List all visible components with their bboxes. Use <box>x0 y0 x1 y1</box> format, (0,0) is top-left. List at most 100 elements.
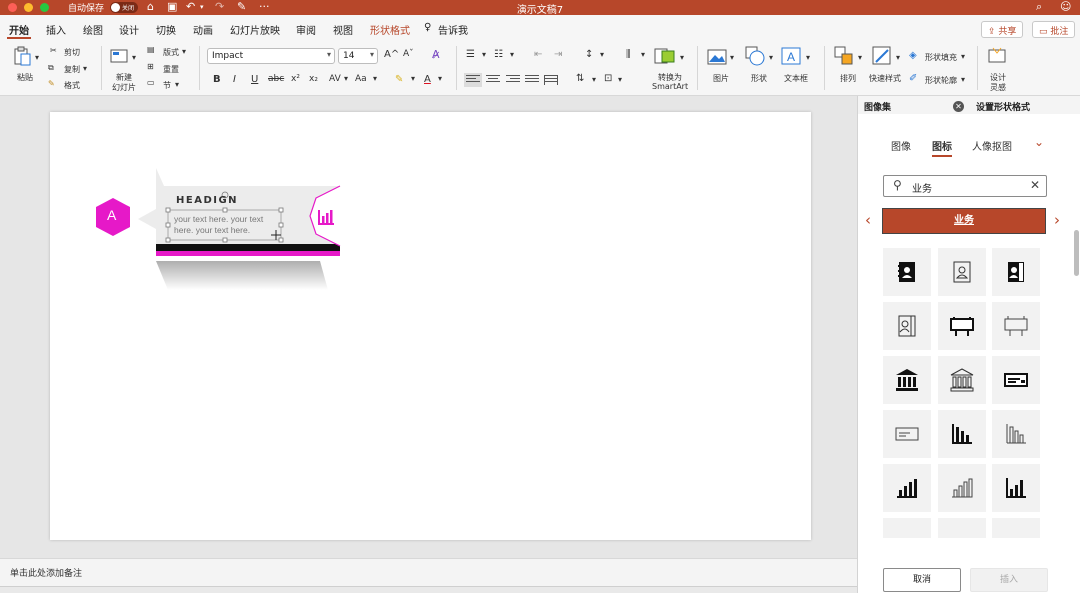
chevron-down-icon[interactable]: ▾ <box>592 75 596 84</box>
textbox-icon[interactable]: A <box>781 46 801 66</box>
tab-review[interactable]: 审阅 <box>296 22 316 37</box>
tab-animations[interactable]: 动画 <box>193 22 213 37</box>
close-icon[interactable]: ✕ <box>953 101 964 112</box>
icon-tile[interactable] <box>938 302 986 350</box>
copy-dropdown-icon[interactable]: ▾ <box>83 64 87 73</box>
layout-icon[interactable]: ▤ <box>147 45 155 54</box>
clear-icon[interactable]: ✕ <box>1030 178 1040 192</box>
chevron-down-icon[interactable]: ▾ <box>510 50 514 59</box>
icon-tile[interactable] <box>883 356 931 404</box>
character-spacing-button[interactable]: AV <box>329 74 341 84</box>
quick-styles-label[interactable]: 快速样式 <box>869 73 901 84</box>
icon-tile[interactable] <box>883 518 931 538</box>
chevron-down-icon[interactable]: ▾ <box>411 74 415 83</box>
subscript-button[interactable]: x₂ <box>309 74 318 84</box>
tab-shape-format[interactable]: 形状格式 <box>370 22 410 37</box>
paste-label[interactable]: 粘贴 <box>17 72 33 83</box>
share-button[interactable]: ⇪ 共享 <box>981 21 1024 38</box>
layout-label[interactable]: 版式 <box>163 47 179 58</box>
reset-icon[interactable]: ⊞ <box>147 62 154 71</box>
icon-tile[interactable] <box>992 464 1040 512</box>
chevron-down-icon[interactable]: ▾ <box>858 53 862 62</box>
smartart-icon[interactable] <box>654 46 676 66</box>
tab-cutout-people[interactable]: 人像抠图 <box>972 138 1012 153</box>
icon-tile[interactable] <box>883 410 931 458</box>
designer-label-2[interactable]: 灵感 <box>990 82 1006 93</box>
align-right-icon[interactable] <box>506 75 520 85</box>
icon-tile[interactable] <box>883 302 931 350</box>
icon-tile[interactable] <box>938 464 986 512</box>
tab-view[interactable]: 视图 <box>333 22 353 37</box>
tab-transitions[interactable]: 切换 <box>156 22 176 37</box>
highlight-icon[interactable]: ✎ <box>395 74 403 85</box>
chevron-down-icon[interactable]: ▾ <box>961 52 965 61</box>
icon-tile[interactable] <box>938 410 986 458</box>
chevron-down-icon[interactable]: ▾ <box>730 53 734 62</box>
picture-label[interactable]: 图片 <box>713 73 729 84</box>
shape-fill-icon[interactable]: ◈ <box>909 50 917 61</box>
icon-tile[interactable] <box>883 248 931 296</box>
icon-tile[interactable] <box>992 302 1040 350</box>
arrange-icon[interactable] <box>834 46 854 66</box>
justify-icon[interactable] <box>525 75 539 85</box>
format-painter-icon[interactable]: ✎ <box>48 79 55 88</box>
font-color-icon[interactable]: A <box>424 74 431 85</box>
section-icon[interactable]: ▭ <box>147 78 155 87</box>
grow-font-button[interactable]: A^ <box>384 49 399 60</box>
chevron-down-icon[interactable]: ▾ <box>896 53 900 62</box>
tab-insert[interactable]: 插入 <box>46 22 66 37</box>
change-case-button[interactable]: Aa <box>355 74 367 84</box>
cancel-button[interactable]: 取消 <box>883 568 961 592</box>
bullets-icon[interactable]: ☰ <box>466 49 475 60</box>
slide-canvas[interactable]: A HEADIGN your text here. your text here… <box>50 112 811 540</box>
notes-pane[interactable]: 单击此处添加备注 <box>0 558 857 586</box>
chevron-down-icon[interactable]: ▾ <box>618 75 622 84</box>
account-icon[interactable]: ☺ <box>1060 0 1071 13</box>
cut-label[interactable]: 剪切 <box>64 47 80 58</box>
picture-icon[interactable] <box>707 47 727 67</box>
shapes-icon[interactable] <box>745 46 765 66</box>
icon-tile[interactable] <box>938 248 986 296</box>
chevron-down-icon[interactable]: ▾ <box>806 53 810 62</box>
chevron-down-icon[interactable]: ▾ <box>769 53 773 62</box>
reset-label[interactable]: 重置 <box>163 64 179 75</box>
shapes-label[interactable]: 形状 <box>751 73 767 84</box>
search-icon[interactable]: ⌕ <box>1036 0 1042 14</box>
align-text-icon[interactable]: ⊡ <box>604 73 612 84</box>
clear-formatting-icon[interactable]: A̷ <box>432 48 440 61</box>
icon-tile[interactable] <box>938 356 986 404</box>
columns-icon[interactable]: ⫼ <box>626 49 631 60</box>
slide-heading[interactable]: HEADIGN <box>176 195 238 206</box>
comments-button[interactable]: ▭ 批注 <box>1032 21 1076 38</box>
italic-button[interactable]: I <box>233 74 236 85</box>
tab-slideshow[interactable]: 幻灯片放映 <box>230 22 280 37</box>
cut-icon[interactable]: ✂ <box>50 46 57 55</box>
search-input[interactable]: ⚲ 业务 ✕ <box>883 175 1047 197</box>
shrink-font-button[interactable]: Aˇ <box>403 49 414 59</box>
numbering-icon[interactable]: ☷ <box>494 49 503 60</box>
next-category-icon[interactable]: › <box>1054 211 1060 229</box>
slide-body-line-2[interactable]: here. your text here. <box>174 225 250 235</box>
icon-tile[interactable] <box>992 248 1040 296</box>
line-spacing-icon[interactable]: ↕ <box>585 49 593 60</box>
tell-me[interactable]: 告诉我 <box>438 22 468 37</box>
chevron-down-icon[interactable]: ⌄ <box>1034 135 1044 149</box>
align-center-icon[interactable] <box>486 75 500 85</box>
pane-title-images[interactable]: 图像集 <box>864 100 891 113</box>
arrange-label[interactable]: 排列 <box>840 73 856 84</box>
slide-body-line-1[interactable]: your text here. your text <box>174 214 263 224</box>
superscript-button[interactable]: x² <box>291 74 300 84</box>
icon-tile[interactable] <box>938 518 986 538</box>
underline-button[interactable]: U <box>251 74 258 85</box>
new-slide-icon[interactable] <box>109 46 129 66</box>
designer-icon[interactable] <box>987 46 1007 66</box>
shape-outline-label[interactable]: 形状轮廓 <box>925 75 957 86</box>
distributed-icon[interactable] <box>544 75 558 85</box>
new-slide-dropdown-icon[interactable]: ▾ <box>132 53 136 62</box>
align-left-icon[interactable] <box>464 73 482 87</box>
notes-placeholder[interactable]: 单击此处添加备注 <box>10 566 82 579</box>
decrease-indent-icon[interactable]: ⇤ <box>534 49 542 60</box>
tab-home[interactable]: 开始 <box>7 22 31 39</box>
category-button[interactable]: 业务 <box>882 208 1046 234</box>
section-dropdown-icon[interactable]: ▾ <box>175 80 179 89</box>
